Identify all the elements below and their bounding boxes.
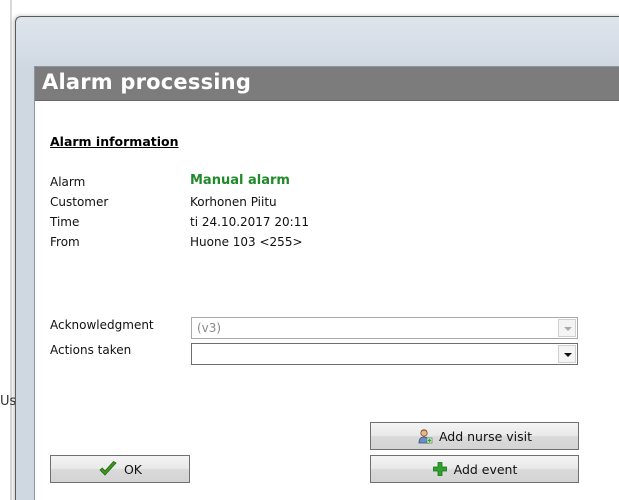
nurse-icon <box>417 428 433 444</box>
acknowledgment-label: Acknowledgment <box>50 318 154 332</box>
actions-taken-select[interactable] <box>191 343 578 365</box>
dialog-title: Alarm processing <box>42 70 252 94</box>
chevron-down-icon[interactable] <box>558 319 576 337</box>
info-label-alarm: Alarm <box>50 175 86 189</box>
info-value-from: Huone 103 <255> <box>190 235 303 249</box>
actions-taken-label: Actions taken <box>50 343 132 357</box>
dialog-header: Alarm processing <box>35 67 619 101</box>
ok-label: OK <box>123 461 143 477</box>
acknowledgment-value: (v3) <box>197 321 222 335</box>
dialog-window: Alarm processing Alarm information Alarm… <box>15 16 619 500</box>
plus-icon <box>432 461 448 477</box>
chevron-down-icon[interactable] <box>558 345 576 363</box>
section-heading-alarm-information: Alarm information <box>50 134 179 149</box>
check-icon <box>98 460 118 478</box>
dialog-content: Alarm information Alarm Manual alarm Cus… <box>35 101 619 500</box>
info-value-customer: Korhonen Piitu <box>190 195 277 209</box>
add-event-button[interactable]: Add event <box>370 455 579 483</box>
background-partial-text: Us <box>0 394 17 409</box>
add-nurse-visit-button[interactable]: Add nurse visit <box>370 422 579 450</box>
info-value-time: ti 24.10.2017 20:11 <box>190 215 309 229</box>
add-nurse-visit-label: Add nurse visit <box>438 428 533 444</box>
info-label-from: From <box>50 235 80 249</box>
ok-button[interactable]: OK <box>50 455 190 483</box>
screen: Us Alarm processing Alarm information Al… <box>0 0 619 500</box>
background-divider <box>10 0 12 500</box>
info-label-customer: Customer <box>50 195 109 209</box>
add-event-label: Add event <box>453 461 518 477</box>
info-value-alarm: Manual alarm <box>190 173 290 188</box>
info-label-time: Time <box>50 215 80 229</box>
dialog-frame: Alarm processing Alarm information Alarm… <box>34 66 619 500</box>
acknowledgment-select[interactable]: (v3) <box>191 317 578 339</box>
